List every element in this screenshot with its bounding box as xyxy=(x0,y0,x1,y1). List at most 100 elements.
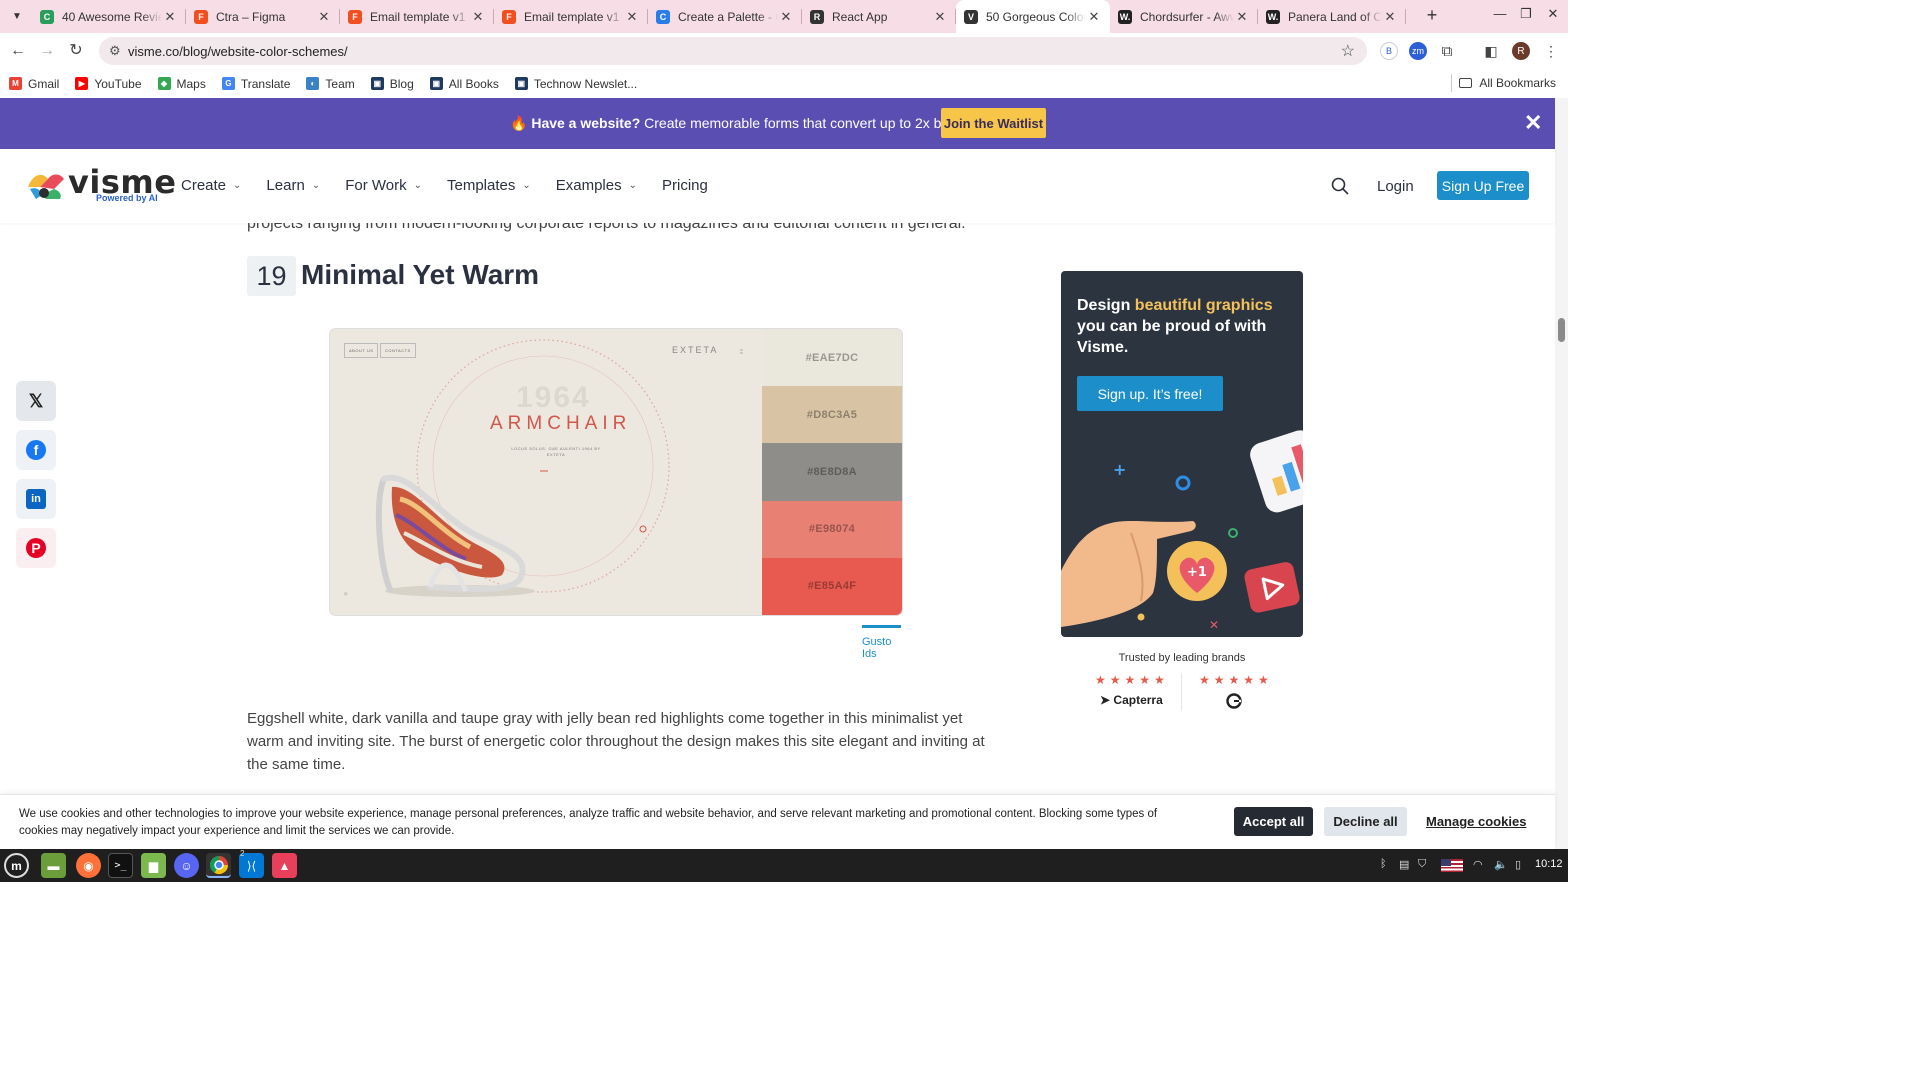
x-share-button[interactable]: 𝕏 xyxy=(16,381,56,421)
site-info-icon[interactable]: ⚙ xyxy=(109,43,121,59)
browser-tab[interactable]: R React App ✕ xyxy=(802,0,956,33)
login-link[interactable]: Login xyxy=(1377,178,1414,195)
bookmark-item[interactable]: ▶ YouTube xyxy=(75,77,142,91)
new-tab-button[interactable]: + xyxy=(1422,6,1442,26)
close-tab-icon[interactable]: ✕ xyxy=(162,9,178,25)
ad-heart-badge-text: +1 xyxy=(1187,565,1207,580)
armchair-illustration-icon xyxy=(375,474,535,597)
chevron-down-icon: ⌄ xyxy=(233,180,242,191)
firefox-icon[interactable]: ◉ xyxy=(76,853,101,878)
pinterest-share-button[interactable]: P xyxy=(16,528,56,568)
browser-tab[interactable]: F Email template v1 (I ✕ xyxy=(494,0,648,33)
minimize-icon[interactable]: — xyxy=(1490,6,1510,21)
scrollbar-thumb[interactable] xyxy=(1558,318,1565,342)
restore-icon[interactable]: ❐ xyxy=(1516,6,1536,22)
browser-tab[interactable]: W. Chordsurfer - Awwwa✕ xyxy=(1110,0,1258,33)
browser-tab[interactable]: W. Panera Land of Clea✕ xyxy=(1258,0,1406,33)
os-taskbar: m ▬ ◉ >_ ▆ ☺ ⟩⟨ 2 ▲ ᛒ ▤ ⛉ ◠ 🔈 ▯ 10:12 xyxy=(0,849,1568,882)
bookmark-label: Maps xyxy=(176,76,206,91)
close-tab-icon[interactable]: ✕ xyxy=(778,9,794,25)
bookmark-label: Technow Newslet... xyxy=(533,76,638,91)
bookmark-favicon-icon: ▣ xyxy=(429,77,443,90)
us-flag-icon[interactable] xyxy=(1441,859,1463,872)
wifi-icon[interactable]: ◠ xyxy=(1473,858,1483,871)
close-tab-icon[interactable]: ✕ xyxy=(470,9,486,25)
browser-tab[interactable]: F Email template v1 (I ✕ xyxy=(340,0,494,33)
bookmark-item[interactable]: ▣ Technow Newslet... xyxy=(514,76,638,91)
fire-icon: 🔥 xyxy=(510,115,528,131)
bluetooth-icon[interactable]: ᛒ xyxy=(1380,858,1387,870)
clock[interactable]: 10:12 xyxy=(1535,858,1563,870)
nav-item-for-work[interactable]: For Work ⌄ xyxy=(345,177,422,194)
nav-item-label: Templates xyxy=(446,177,516,194)
image-credit-link[interactable]: Gusto Ids xyxy=(862,625,902,660)
browser-tab[interactable]: V 50 Gorgeous Color S✕ xyxy=(956,0,1110,33)
back-button[interactable]: ← xyxy=(7,40,29,62)
signup-button[interactable]: Sign Up Free xyxy=(1437,171,1529,200)
close-tab-icon[interactable]: ✕ xyxy=(932,9,948,25)
bookmark-label: Gmail xyxy=(28,76,60,91)
terminal-icon[interactable]: >_ xyxy=(108,853,133,878)
bookmark-item[interactable]: ▣ Blog xyxy=(370,77,414,91)
close-tab-icon[interactable]: ✕ xyxy=(1382,9,1398,25)
reload-button[interactable]: ↻ xyxy=(65,40,87,62)
page-scrollbar[interactable] xyxy=(1555,98,1568,849)
visme-logo[interactable]: visme Powered by AI xyxy=(26,163,176,207)
extension-zoom-icon[interactable]: zm xyxy=(1409,42,1427,60)
visme-sidebar-ad[interactable]: Design beautiful graphics you can be pro… xyxy=(1061,271,1303,637)
decline-cookies-button[interactable]: Decline all xyxy=(1324,807,1407,836)
shield-icon[interactable]: ⛉ xyxy=(1418,858,1426,871)
all-bookmarks-label: All Bookmarks xyxy=(1479,76,1556,90)
clipboard-icon[interactable]: ▤ xyxy=(1399,858,1409,871)
join-waitlist-button[interactable]: Join the Waitlist xyxy=(941,108,1046,138)
browser-menu-icon[interactable]: ⋮ xyxy=(1542,42,1560,60)
rating-divider xyxy=(1181,673,1182,711)
close-banner-icon[interactable]: ✕ xyxy=(1524,110,1542,136)
manage-cookies-link[interactable]: Manage cookies xyxy=(1426,814,1526,829)
image-viewer-icon[interactable]: ▲ xyxy=(272,853,297,878)
side-panel-icon[interactable]: ◧ xyxy=(1482,42,1500,60)
browser-tab[interactable]: F Ctra – Figma ✕ xyxy=(186,0,340,33)
show-desktop-icon[interactable]: ▬ xyxy=(41,853,66,878)
address-bar[interactable]: ⚙ visme.co/blog/website-color-schemes/ ☆ xyxy=(99,37,1367,65)
bookmark-item[interactable]: ◆ Maps xyxy=(157,76,206,91)
profile-avatar[interactable]: R xyxy=(1512,42,1530,60)
linkedin-icon: in xyxy=(26,489,46,509)
close-tab-icon[interactable]: ✕ xyxy=(1234,9,1250,25)
nav-item-templates[interactable]: Templates ⌄ xyxy=(447,177,531,194)
nav-item-learn[interactable]: Learn ⌄ xyxy=(266,177,320,194)
nav-item-examples[interactable]: Examples ⌄ xyxy=(556,177,637,194)
extensions-puzzle-icon[interactable]: ⧉ xyxy=(1438,42,1456,60)
forward-button[interactable]: → xyxy=(36,40,58,62)
files-icon[interactable]: ▆ xyxy=(141,853,166,878)
close-tab-icon[interactable]: ✕ xyxy=(1086,9,1102,25)
linkedin-share-button[interactable]: in xyxy=(16,479,56,519)
all-bookmarks-button[interactable]: All Bookmarks xyxy=(1459,76,1556,90)
tab-search-icon[interactable]: ▼ xyxy=(6,6,28,26)
close-window-icon[interactable]: ✕ xyxy=(1543,6,1563,22)
ad-illustration-icon: + ✕ +1 xyxy=(1061,430,1303,632)
nav-item-create[interactable]: Create ⌄ xyxy=(181,177,241,194)
tab-favicon-icon: C xyxy=(40,9,54,24)
browser-tab[interactable]: C 40 Awesome Review✕ xyxy=(32,0,186,33)
capterra-logo: ➤ Capterra xyxy=(1100,693,1163,707)
bookmark-item[interactable]: M Gmail xyxy=(9,77,59,91)
tab-title: 50 Gorgeous Color S xyxy=(986,9,1086,24)
bookmark-item[interactable]: G Translate xyxy=(221,77,290,91)
mint-menu-icon[interactable]: m xyxy=(4,853,29,878)
volume-icon[interactable]: 🔈 xyxy=(1494,858,1508,871)
chrome-icon[interactable] xyxy=(206,853,231,878)
browser-tab[interactable]: C Create a Palette - Co✕ xyxy=(648,0,802,33)
bookmark-item[interactable]: ◐ Team xyxy=(306,77,355,91)
battery-icon[interactable]: ▯ xyxy=(1515,858,1521,871)
bookmark-item[interactable]: ▣ All Books xyxy=(429,77,499,91)
close-tab-icon[interactable]: ✕ xyxy=(624,9,640,25)
bookmark-star-icon[interactable]: ☆ xyxy=(1341,41,1355,61)
facebook-share-button[interactable]: f xyxy=(16,430,56,470)
discord-icon[interactable]: ☺ xyxy=(174,853,199,878)
search-icon[interactable] xyxy=(1331,177,1349,195)
close-tab-icon[interactable]: ✕ xyxy=(316,9,332,25)
accept-cookies-button[interactable]: Accept all xyxy=(1234,807,1313,836)
extension-b-icon[interactable]: B xyxy=(1380,42,1398,60)
nav-item-pricing[interactable]: Pricing xyxy=(662,177,708,194)
